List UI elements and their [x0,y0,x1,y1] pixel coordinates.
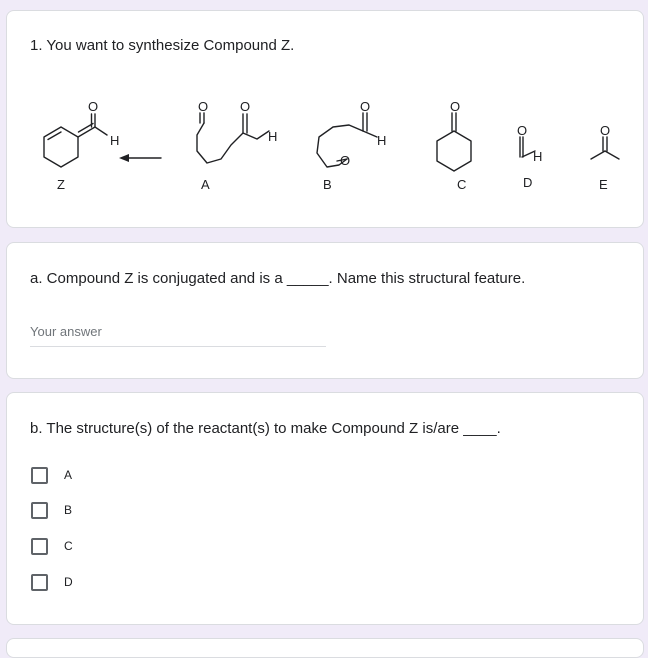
part-a-prompt: a. Compound Z is conjugated and is a ___… [30,270,526,287]
atom-label-hydrogen: H [377,133,386,148]
question-title: 1. You want to synthesize Compound Z. [30,37,295,54]
option-a[interactable]: A [31,464,72,486]
atom-label-oxygen: O [240,99,250,114]
option-label: D [64,575,73,589]
option-label: A [64,468,73,482]
part-b-prompt: b. The structure(s) of the reactant(s) t… [30,420,501,437]
option-label: B [64,503,73,517]
atom-label-oxygen: O [340,153,350,168]
reaction-scheme-drawing: O H O O H O H O O O H O Z A B C D E [43,99,620,192]
atom-label-hydrogen: H [533,149,542,164]
compound-z-structure [43,113,108,168]
atom-label-oxygen: O [450,99,460,114]
option-label: C [64,539,73,553]
compound-label-c: C [457,177,466,192]
question-card-part-a: a. Compound Z is conjugated and is a ___… [6,242,644,379]
compound-label-b: B [323,177,332,192]
atom-label-oxygen: O [600,123,610,138]
atom-label-oxygen: O [88,99,98,114]
atom-label-oxygen: O [360,99,370,114]
compound-a-structure [196,112,270,164]
compound-label-z: Z [57,177,65,192]
checkbox-icon[interactable] [31,573,48,591]
compound-e-structure [590,136,620,160]
atom-label-hydrogen: H [268,129,277,144]
question-card-next [6,638,644,658]
question-card-1: 1. You want to synthesize Compound Z. O … [6,10,644,228]
compound-c-structure [436,112,472,172]
option-b[interactable]: B [31,499,72,521]
checkbox-icon[interactable] [31,466,48,484]
reaction-scheme: O H O O H O H O O O H O Z A B C D E [21,81,631,199]
atom-label-oxygen: O [517,123,527,138]
answer-input[interactable] [30,321,326,347]
compound-label-a: A [201,177,210,192]
option-c[interactable]: C [31,535,73,557]
checkbox-icon[interactable] [31,537,48,555]
compound-label-e: E [599,177,608,192]
question-card-part-b: b. The structure(s) of the reactant(s) t… [6,392,644,625]
atom-label-oxygen: O [198,99,208,114]
arrow-head-icon [119,154,129,162]
option-d[interactable]: D [31,571,73,593]
checkbox-icon[interactable] [31,501,48,519]
compound-label-d: D [523,175,532,190]
atom-label-hydrogen: H [110,133,119,148]
